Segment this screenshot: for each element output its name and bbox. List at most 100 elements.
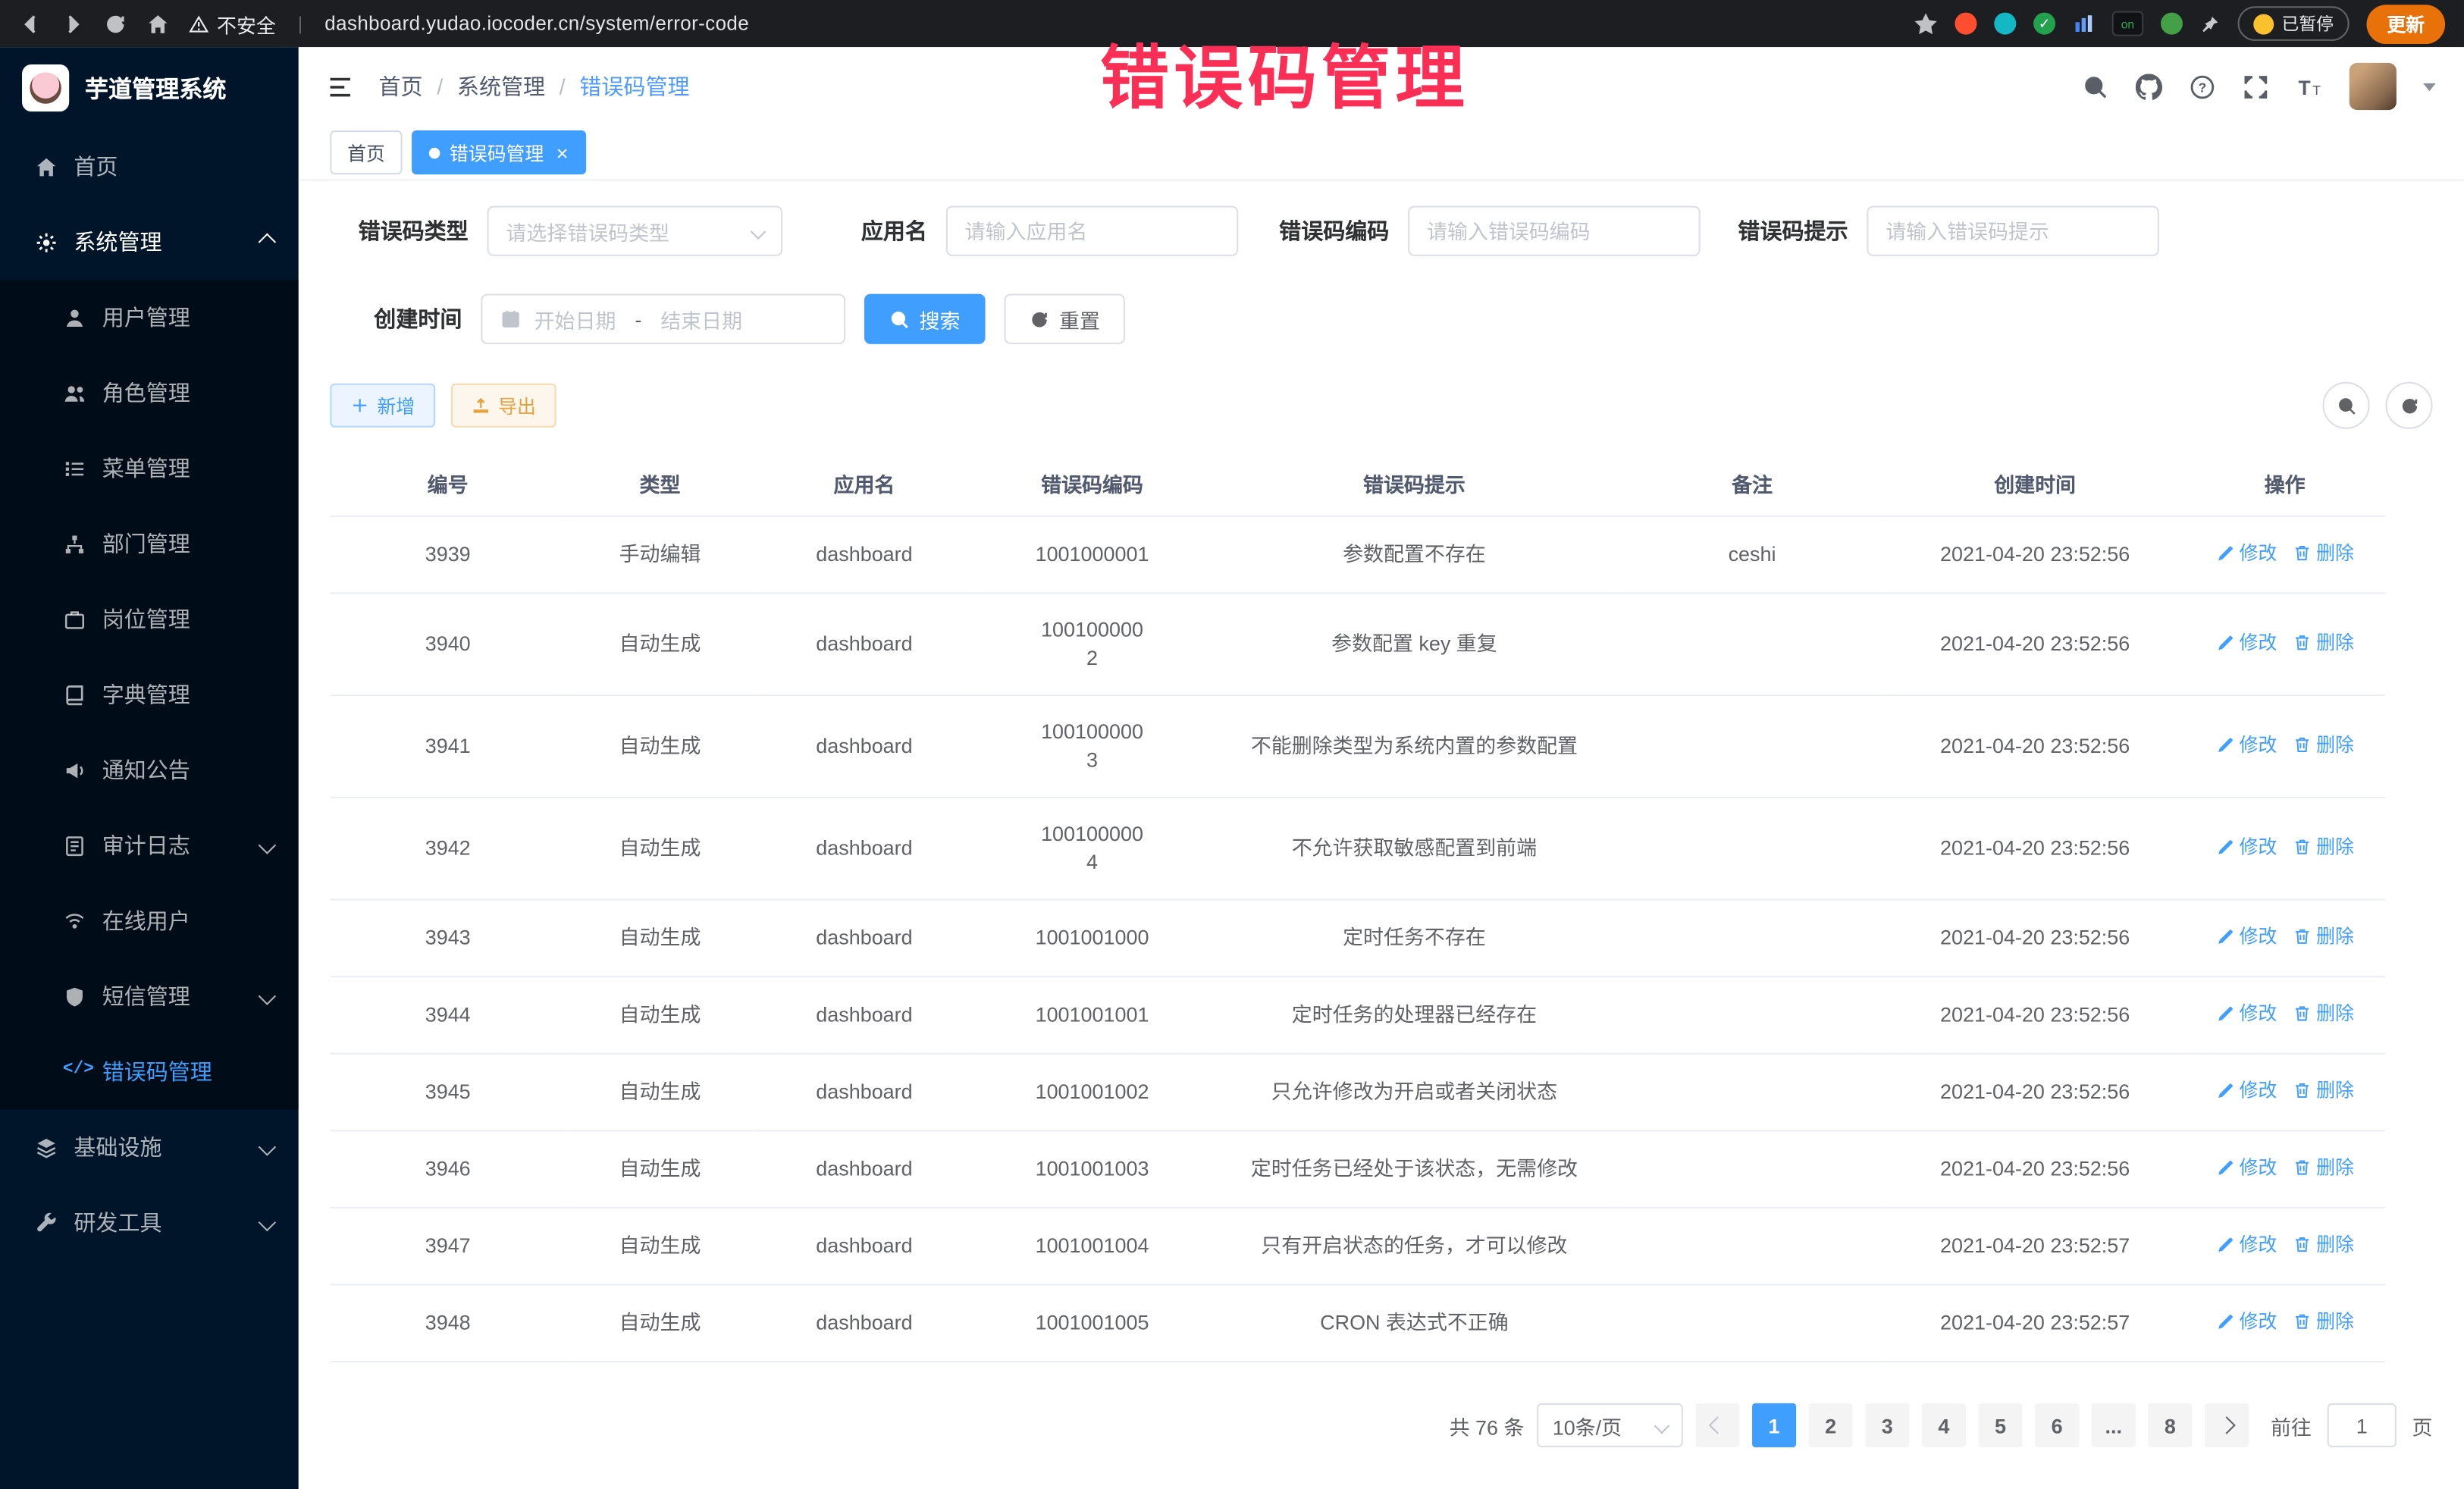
- address-bar[interactable]: dashboard.yudao.iocoder.cn/system/error-…: [324, 13, 749, 35]
- show-search-button[interactable]: [2322, 382, 2369, 429]
- sidebar-item[interactable]: 字典管理: [0, 657, 299, 732]
- sidebar-item[interactable]: 角色管理: [0, 355, 299, 430]
- edit-link[interactable]: 修改: [2215, 1230, 2277, 1259]
- search-button[interactable]: 搜索: [864, 294, 986, 344]
- page-more-button[interactable]: ...: [2092, 1403, 2136, 1447]
- paused-badge[interactable]: 已暂停: [2237, 6, 2349, 41]
- next-page-button[interactable]: [2205, 1403, 2249, 1447]
- fullscreen-icon[interactable]: [2243, 73, 2269, 99]
- delete-link[interactable]: 删除: [2293, 1153, 2354, 1181]
- user-avatar[interactable]: [2350, 63, 2397, 110]
- breadcrumb-item[interactable]: 系统管理: [457, 71, 545, 102]
- caret-down-icon[interactable]: [2423, 83, 2436, 90]
- sidebar-item[interactable]: 通知公告: [0, 732, 299, 807]
- delete-icon: [2293, 1081, 2312, 1100]
- help-icon[interactable]: ?: [2189, 73, 2215, 99]
- goto-label: 前往: [2271, 1410, 2312, 1440]
- breadcrumb-item[interactable]: 首页: [379, 71, 423, 102]
- sidebar-item[interactable]: 岗位管理: [0, 581, 299, 657]
- sidebar-item-label: 错误码管理: [102, 1056, 212, 1087]
- security-indicator[interactable]: 不安全: [189, 8, 276, 38]
- reload-icon[interactable]: [104, 12, 127, 36]
- delete-icon: [2293, 838, 2312, 857]
- delete-icon: [2293, 1312, 2312, 1331]
- browser-extension-icon[interactable]: [1994, 13, 2016, 35]
- export-button[interactable]: 导出: [451, 384, 556, 428]
- tab-item[interactable]: 首页: [330, 130, 402, 174]
- home-icon[interactable]: [146, 12, 170, 36]
- font-size-icon[interactable]: TT: [2296, 73, 2322, 99]
- delete-link[interactable]: 删除: [2293, 833, 2354, 861]
- sidebar-item[interactable]: 用户管理: [0, 280, 299, 355]
- back-icon[interactable]: [19, 12, 42, 36]
- edit-link[interactable]: 修改: [2215, 833, 2277, 861]
- sidebar: 芋道管理系统 首页系统管理用户管理角色管理菜单管理部门管理岗位管理字典管理通知公…: [0, 47, 299, 1489]
- app-logo[interactable]: 芋道管理系统: [0, 47, 299, 129]
- update-button[interactable]: 更新: [2366, 4, 2445, 43]
- page-button-6[interactable]: 6: [2035, 1403, 2079, 1447]
- page-button-1[interactable]: 1: [1752, 1403, 1796, 1447]
- error-type-select[interactable]: 请选择错误码类型: [487, 206, 783, 256]
- delete-link[interactable]: 删除: [2293, 1307, 2354, 1335]
- delete-link[interactable]: 删除: [2293, 539, 2354, 567]
- sidebar-item[interactable]: 菜单管理: [0, 431, 299, 506]
- sidebar-item[interactable]: 短信管理: [0, 958, 299, 1033]
- pin-icon[interactable]: [2200, 14, 2221, 34]
- edit-link[interactable]: 修改: [2215, 1077, 2277, 1105]
- delete-link[interactable]: 删除: [2293, 731, 2354, 759]
- bookmark-star-icon[interactable]: [1914, 12, 1938, 36]
- cell-remark: [1619, 1130, 1886, 1208]
- reset-button[interactable]: 重置: [1004, 294, 1125, 344]
- sidebar-item[interactable]: 基础设施: [0, 1109, 299, 1184]
- edit-link[interactable]: 修改: [2215, 999, 2277, 1027]
- chevron-right-icon: [2218, 1416, 2235, 1434]
- forward-icon[interactable]: [61, 12, 85, 36]
- edit-link[interactable]: 修改: [2215, 923, 2277, 951]
- sidebar-item[interactable]: 研发工具: [0, 1185, 299, 1260]
- goto-page-input[interactable]: [2328, 1403, 2397, 1447]
- page-buttons: 123456... 8: [1752, 1403, 2192, 1447]
- sidebar-item[interactable]: 部门管理: [0, 506, 299, 581]
- delete-link[interactable]: 删除: [2293, 999, 2354, 1027]
- edit-link[interactable]: 修改: [2215, 629, 2277, 657]
- page-button-8[interactable]: 8: [2148, 1403, 2192, 1447]
- browser-extension-on-badge[interactable]: on: [2112, 11, 2143, 36]
- browser-extension-icon[interactable]: [1955, 13, 1977, 35]
- cell-id: 3939: [330, 516, 566, 594]
- delete-link[interactable]: 删除: [2293, 1230, 2354, 1259]
- sidebar-item-active[interactable]: </>错误码管理: [0, 1034, 299, 1109]
- github-icon[interactable]: [2136, 73, 2162, 99]
- add-button[interactable]: 新增: [330, 384, 435, 428]
- sidebar-item[interactable]: 首页: [0, 129, 299, 204]
- close-icon[interactable]: ×: [556, 143, 569, 163]
- browser-extension-icon[interactable]: ✓: [2033, 13, 2055, 35]
- refresh-table-button[interactable]: [2385, 382, 2432, 429]
- browser-extension-icon[interactable]: [2161, 13, 2183, 35]
- prev-page-button[interactable]: [1695, 1403, 1739, 1447]
- page-button-5[interactable]: 5: [1978, 1403, 2022, 1447]
- edit-icon: [2215, 1235, 2234, 1254]
- delete-link[interactable]: 删除: [2293, 629, 2354, 657]
- date-range-picker[interactable]: 开始日期 - 结束日期: [481, 294, 845, 344]
- tab-active[interactable]: 错误码管理×: [412, 130, 585, 174]
- search-icon[interactable]: [2082, 73, 2108, 99]
- sidebar-item[interactable]: 在线用户: [0, 883, 299, 958]
- sidebar-item[interactable]: 系统管理: [0, 204, 299, 279]
- page-button-2[interactable]: 2: [1809, 1403, 1853, 1447]
- page-size-select[interactable]: 10条/页: [1537, 1403, 1683, 1447]
- browser-extension-icon[interactable]: [2073, 13, 2095, 35]
- error-code-input[interactable]: [1408, 206, 1701, 256]
- edit-link[interactable]: 修改: [2215, 1307, 2277, 1335]
- sidebar-item[interactable]: 审计日志: [0, 807, 299, 882]
- content: 错误码类型 请选择错误码类型 应用名 错误码编码: [299, 180, 2464, 1489]
- edit-link[interactable]: 修改: [2215, 539, 2277, 567]
- edit-link[interactable]: 修改: [2215, 1153, 2277, 1181]
- delete-link[interactable]: 删除: [2293, 1077, 2354, 1105]
- hamburger-icon[interactable]: [327, 73, 353, 99]
- app-name-input[interactable]: [946, 206, 1239, 256]
- error-hint-input[interactable]: [1867, 206, 2159, 256]
- edit-link[interactable]: 修改: [2215, 731, 2277, 759]
- page-button-3[interactable]: 3: [1865, 1403, 1909, 1447]
- page-button-4[interactable]: 4: [1922, 1403, 1966, 1447]
- delete-link[interactable]: 删除: [2293, 923, 2354, 951]
